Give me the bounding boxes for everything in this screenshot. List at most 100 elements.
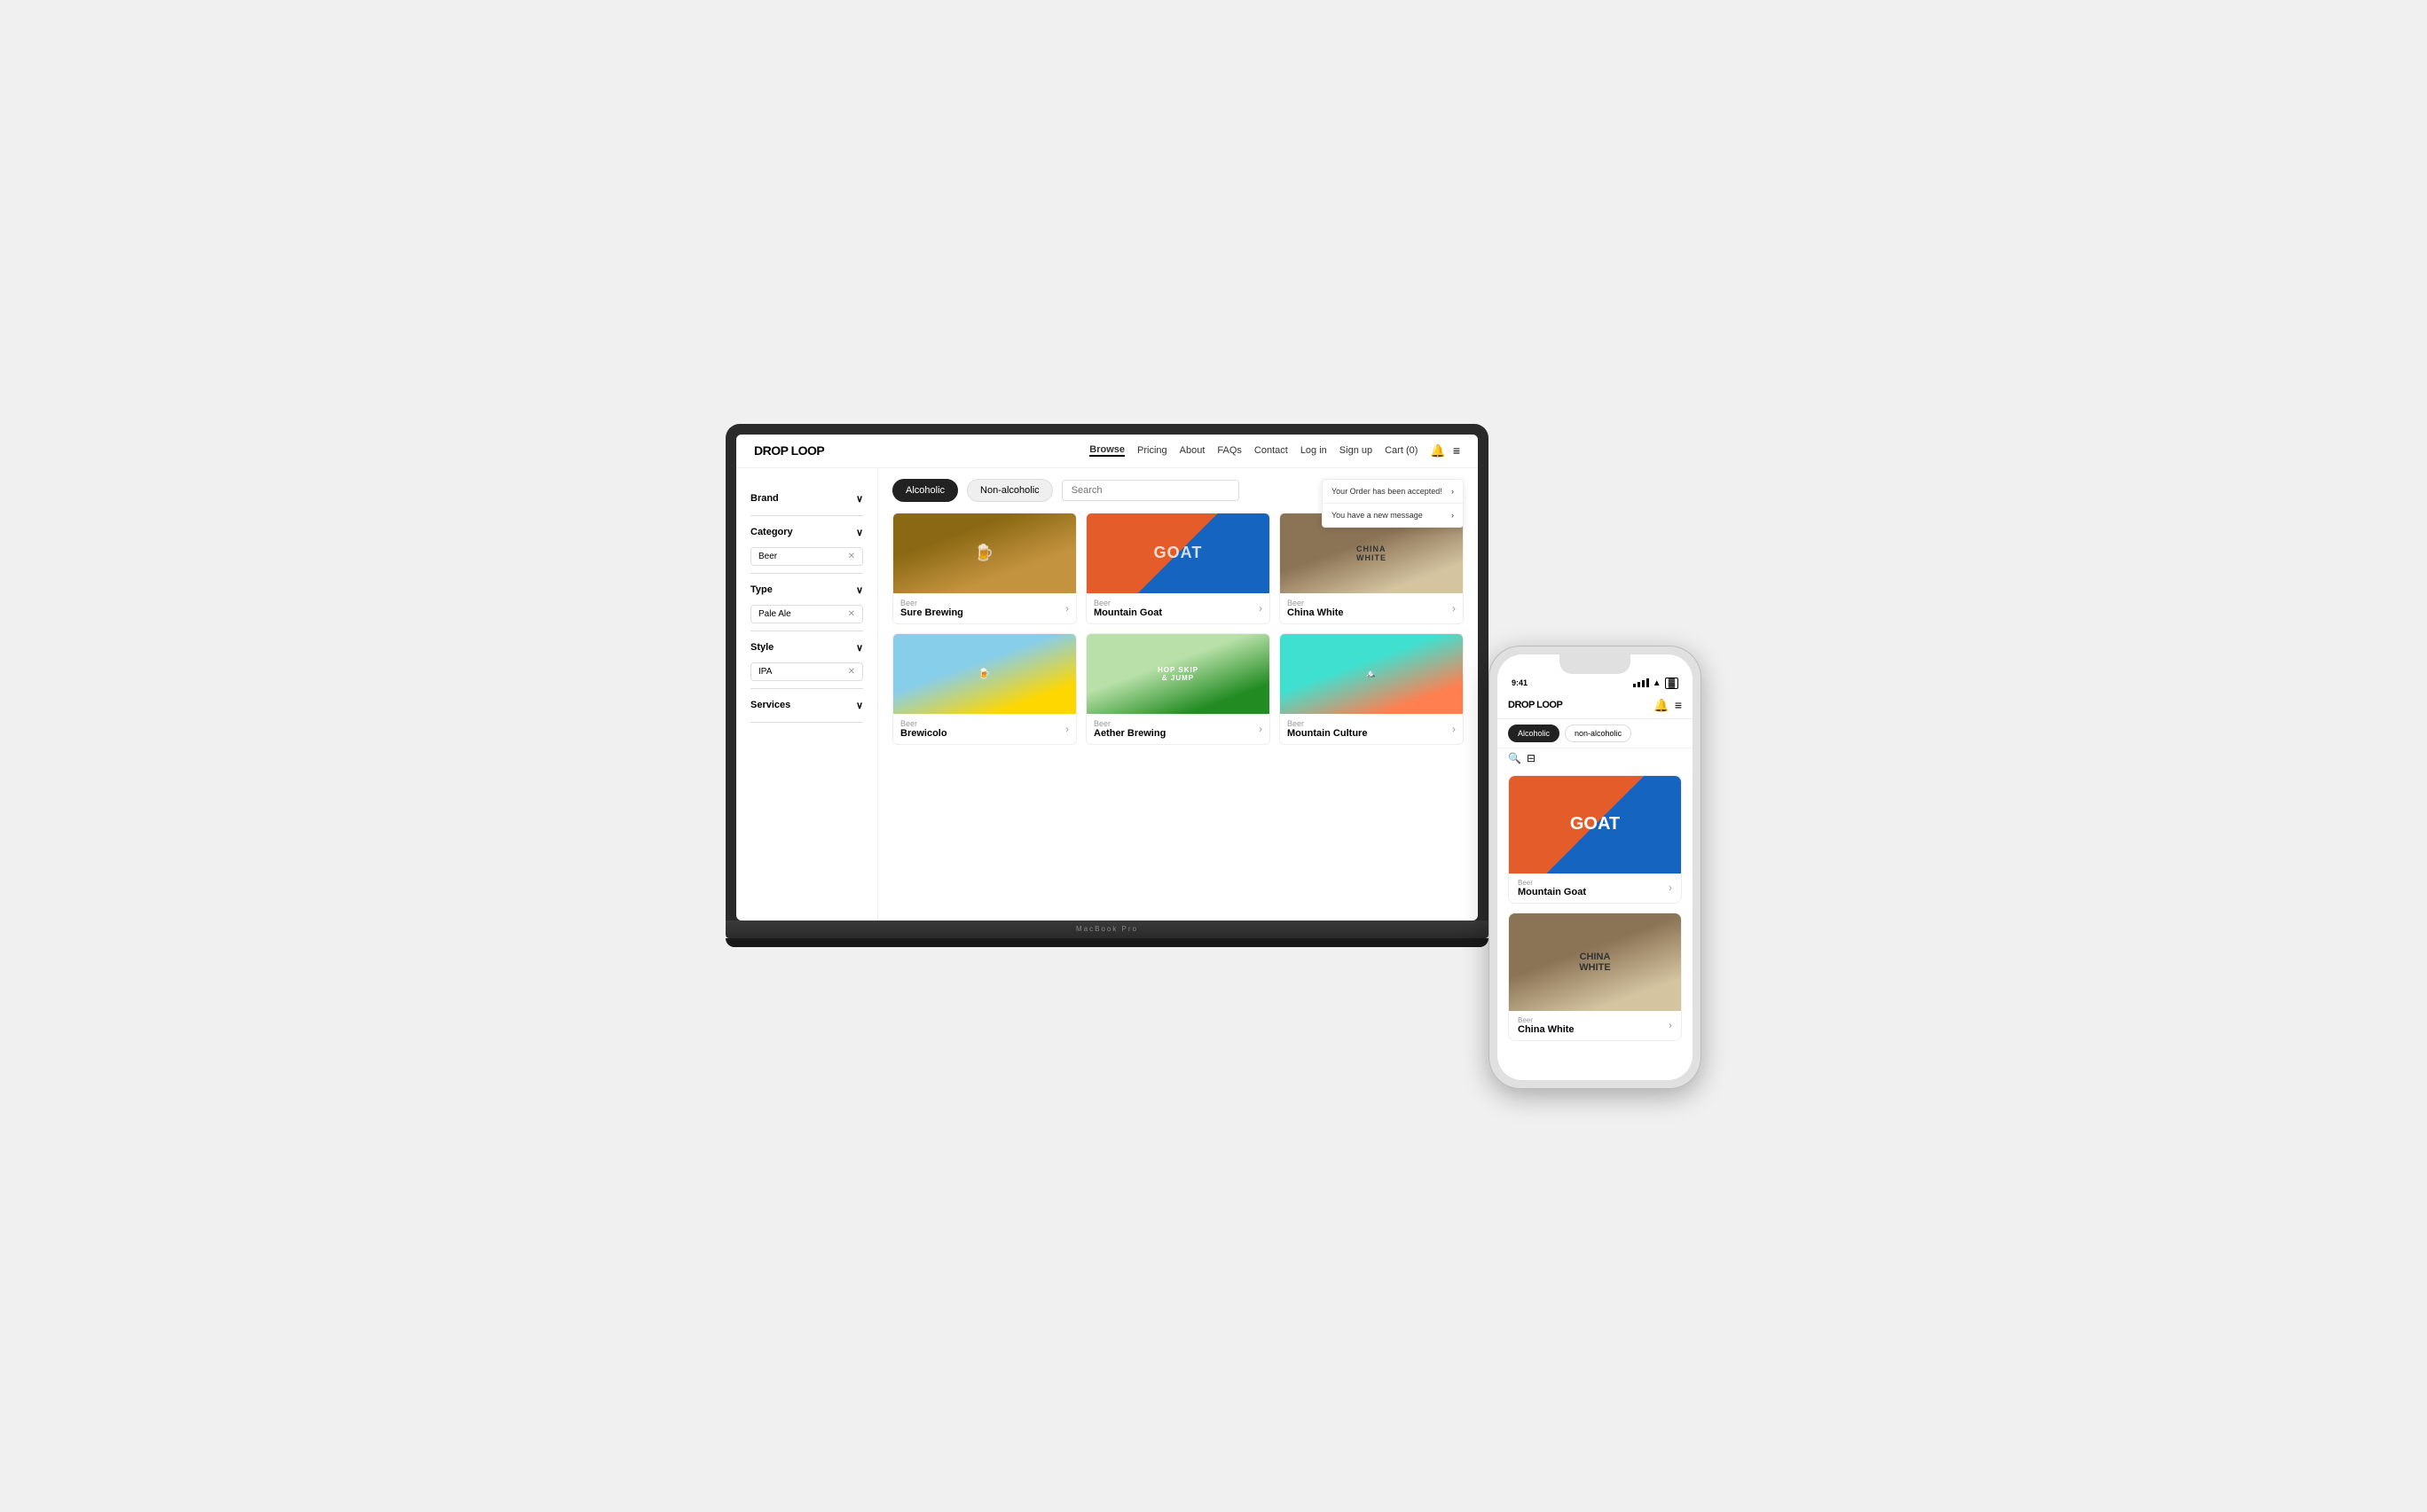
mobile-tabs: Alcoholic non-alcoholic [1497,719,1693,748]
chevron-right-icon: › [1452,602,1456,615]
chevron-right-icon: › [1065,602,1069,615]
chevron-right-icon: › [1451,511,1454,520]
mobile-phone: 9:41 ▲ ▓ DROP LOOP 🔔 [1488,646,1701,1089]
product-card-mountain-culture[interactable]: 🏔️ Beer Mountain Culture › [1279,633,1464,745]
chevron-right-icon: › [1065,723,1069,735]
filter-type: Type ∨ Pale Ale ✕ [750,574,863,631]
mobile-img-china-white: CHINAWHITE [1509,913,1681,1011]
notif-order[interactable]: Your Order has been accepted! › [1323,480,1463,504]
laptop-body: DROP LOOP Browse Pricing About FAQs Cont… [726,424,1488,921]
product-card-sure-brewing[interactable]: 🍺 Beer Sure Brewing › [892,513,1077,624]
filter-style-label[interactable]: Style ∨ [750,638,863,657]
chevron-down-icon: ∨ [856,584,863,596]
bell-icon[interactable]: 🔔 [1430,443,1445,458]
product-image-aether: HOP SKIP& JUMP [1087,634,1269,714]
chevron-down-icon: ∨ [856,493,863,505]
menu-icon[interactable]: ≡ [1675,698,1682,712]
web-main: Alcoholic Non-alcoholic Your Order has b… [878,468,1478,921]
wifi-icon: ▲ [1653,678,1661,688]
mobile-navbar: DROP LOOP 🔔 ≡ [1497,693,1693,719]
product-image-goat: GOAT [1087,513,1269,593]
mobile-logo: DROP LOOP [1508,700,1562,710]
mobile-status-bar: 9:41 ▲ ▓ [1497,674,1693,693]
remove-category-filter[interactable]: ✕ [848,552,855,561]
mobile-info-goat: Beer Mountain Goat › [1509,874,1681,903]
nav-cart[interactable]: Cart (0) [1385,445,1418,456]
notif-message[interactable]: You have a new message › [1323,504,1463,527]
nav-signup[interactable]: Sign up [1339,445,1372,456]
nav-about[interactable]: About [1180,445,1206,456]
search-icon[interactable]: 🔍 [1508,752,1521,764]
product-info-aether: Beer Aether Brewing › [1087,714,1269,744]
filter-brand: Brand ∨ [750,482,863,516]
chevron-right-icon: › [1259,723,1262,735]
product-info-sure: Beer Sure Brewing › [893,593,1076,623]
mobile-card-mountain-goat[interactable]: GOAT Beer Mountain Goat › [1508,775,1682,904]
mobile-non-alcoholic-tab[interactable]: non-alcoholic [1565,725,1631,742]
filter-category-label[interactable]: Category ∨ [750,523,863,542]
mobile-search-row: 🔍 ⊟ [1497,748,1693,768]
notification-panel: Your Order has been accepted! › You have… [1322,479,1464,528]
product-image-sure: 🍺 [893,513,1076,593]
nav-faqs[interactable]: FAQs [1217,445,1242,456]
filter-style-tag: IPA ✕ [750,662,863,681]
remove-style-filter[interactable]: ✕ [848,667,855,677]
chevron-down-icon: ∨ [856,642,863,654]
filter-services-label[interactable]: Services ∨ [750,696,863,715]
filter-type-label[interactable]: Type ∨ [750,581,863,599]
menu-icon[interactable]: ≡ [1453,443,1460,458]
mobile-notch [1559,654,1630,674]
web-logo: DROP LOOP [754,443,824,458]
product-grid: 🍺 Beer Sure Brewing › G [892,513,1464,745]
nav-pricing[interactable]: Pricing [1137,445,1167,456]
product-info-china-white: Beer China White › [1280,593,1463,623]
product-card-china-white[interactable]: CHINAWHITE Beer China White › [1279,513,1464,624]
laptop-screen: DROP LOOP Browse Pricing About FAQs Cont… [736,435,1478,921]
bell-icon[interactable]: 🔔 [1653,698,1669,713]
laptop-foot [726,938,1488,947]
battery-icon: ▓ [1665,678,1678,689]
filter-category: Category ∨ Beer ✕ [750,516,863,574]
filter-brand-label[interactable]: Brand ∨ [750,490,863,508]
mobile-alcoholic-tab[interactable]: Alcoholic [1508,725,1559,742]
product-info-brewicolo: Beer Brewicolo › [893,714,1076,744]
chevron-down-icon: ∨ [856,700,863,711]
mobile-product-list: GOAT Beer Mountain Goat › CHINAWHITE [1497,768,1693,1080]
alcoholic-tab[interactable]: Alcoholic [892,479,958,502]
product-info-goat: Beer Mountain Goat › [1087,593,1269,623]
laptop-base: MacBook Pro [726,921,1488,938]
laptop: DROP LOOP Browse Pricing About FAQs Cont… [726,424,1488,1027]
filter-category-tag: Beer ✕ [750,547,863,566]
filter-style: Style ∨ IPA ✕ [750,631,863,689]
mobile-body: 9:41 ▲ ▓ DROP LOOP 🔔 [1488,646,1701,1089]
product-info-mountain-culture: Beer Mountain Culture › [1280,714,1463,744]
mobile-card-china-white[interactable]: CHINAWHITE Beer China White › [1508,913,1682,1041]
chevron-right-icon: › [1669,1019,1672,1031]
chevron-right-icon: › [1452,723,1456,735]
product-card-brewicolo[interactable]: 🍺 Beer Brewicolo › [892,633,1077,745]
mobile-time: 9:41 [1512,678,1528,687]
web-nav-icons: 🔔 ≡ [1430,443,1460,458]
product-image-brewicolo: 🍺 [893,634,1076,714]
mobile-screen: 9:41 ▲ ▓ DROP LOOP 🔔 [1497,654,1693,1080]
web-navbar: DROP LOOP Browse Pricing About FAQs Cont… [736,435,1478,468]
browse-header: Alcoholic Non-alcoholic Your Order has b… [892,479,1464,502]
filter-services: Services ∨ [750,689,863,723]
product-image-mountain-culture: 🏔️ [1280,634,1463,714]
filter-type-tag: Pale Ale ✕ [750,605,863,623]
web-nav-links: Browse Pricing About FAQs Contact Log in… [1089,444,1418,457]
product-card-aether[interactable]: HOP SKIP& JUMP Beer Aether Brewing › [1086,633,1270,745]
search-input[interactable] [1062,480,1239,501]
nav-contact[interactable]: Contact [1254,445,1288,456]
signal-icon [1633,678,1649,687]
remove-type-filter[interactable]: ✕ [848,609,855,619]
mobile-img-goat: GOAT [1509,776,1681,874]
chevron-right-icon: › [1451,487,1454,496]
product-card-mountain-goat[interactable]: GOAT Beer Mountain Goat › [1086,513,1270,624]
non-alcoholic-tab[interactable]: Non-alcoholic [967,479,1053,502]
chevron-right-icon: › [1669,881,1672,894]
nav-login[interactable]: Log in [1300,445,1327,456]
filter-icon[interactable]: ⊟ [1527,752,1536,764]
nav-browse[interactable]: Browse [1089,444,1125,457]
chevron-down-icon: ∨ [856,527,863,538]
